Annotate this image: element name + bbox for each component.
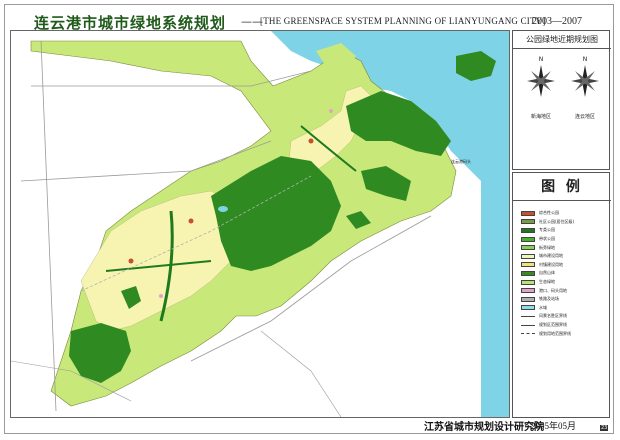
legend-item-label: 综合性公园 [539, 210, 559, 216]
legend-color-swatch [521, 296, 535, 302]
legend-item-label: 规划区范围界线 [539, 322, 567, 328]
legend-color-swatch [521, 253, 535, 259]
compass-north-glyph: N [583, 56, 588, 63]
legend-item: 生态绿地 [521, 278, 605, 287]
legend-item-label: 专类公园 [539, 227, 555, 233]
map-header: 连云港市城市绿地系统规划 —— [THE GREENSPACE SYSTEM P… [6, 6, 612, 32]
port-label: 连云港码头 [451, 158, 471, 164]
legend-color-swatch [521, 219, 535, 225]
compass-right: N [565, 51, 605, 101]
park-marker-3 [308, 138, 314, 144]
legend-item: 带状公园 [521, 235, 605, 244]
compass-rose-icon: N [571, 56, 599, 97]
legend-item: 社区公园(居住区级) [521, 218, 605, 227]
compass-rose-icon: N [527, 56, 555, 97]
legend-color-swatch [521, 288, 535, 294]
legend-item: 风景名胜区界线 [521, 312, 605, 321]
legend-item-label: 自然山体 [539, 270, 555, 276]
legend-line-swatch [521, 333, 535, 335]
legend-color-swatch [521, 279, 535, 285]
legend-item-label: 规划用地范围界线 [539, 330, 571, 336]
legend-item-label: 带状公园 [539, 236, 555, 242]
legend-title: 图 例 [513, 173, 611, 201]
legend-item-label: 铁路及站场 [539, 296, 559, 302]
legend-color-swatch [521, 210, 535, 216]
park-marker-2 [128, 258, 134, 264]
legend-panel: 图 例 综合性公园社区公园(居住区级) 专类公园带状公园街旁绿地城市建设用地 村镇建… [512, 172, 611, 418]
legend-item: 专类公园 [521, 226, 605, 235]
legend-item-label: 生态绿地 [539, 279, 555, 285]
compass-right-label: 连云地区 [574, 114, 595, 120]
legend-item-label: 风景名胜区界线 [539, 313, 567, 319]
legend-item-label: 街旁绿地 [539, 244, 555, 250]
map-drawing: 连云港码头 [11, 31, 509, 417]
legend-item: 规划用地范围界线 [521, 329, 605, 338]
footer-page-number: 23 [600, 425, 609, 431]
legend-color-swatch [521, 262, 535, 268]
legend-color-swatch [521, 236, 535, 242]
legend-item: 水域 [521, 304, 605, 313]
legend-item: 自然山体 [521, 269, 605, 278]
map-canvas[interactable]: 连云港码头 [10, 30, 510, 418]
lake [218, 206, 228, 212]
legend-item: 规划区范围界线 [521, 321, 605, 330]
map-info-panel: 公园绿地近期规划图 N N 新海地区 连云地区 [512, 30, 611, 195]
legend-item: 城市建设用地 [521, 252, 605, 261]
map-sidebar: 公园绿地近期规划图 N N 新海地区 连云地区 图 例 综合性公园 社区公园(居… [512, 30, 611, 418]
port-marker-2 [329, 109, 333, 113]
legend-item: 街旁绿地 [521, 243, 605, 252]
legend-line-swatch [521, 324, 535, 326]
compass-left: N [521, 51, 561, 101]
legend-color-swatch [521, 305, 535, 311]
legend-item-label: 社区公园(居住区级) [539, 218, 575, 224]
park-marker-1 [188, 218, 194, 224]
footer-organization: 江苏省城市规划设计研究院 [424, 422, 544, 433]
legend-item: 综合性公园 [521, 209, 605, 218]
legend-color-swatch [521, 245, 535, 251]
legend-item: 港口、码头用地 [521, 286, 605, 295]
plan-period: 2003—2007 [532, 16, 582, 27]
footer-date: 2005年05月 [531, 421, 577, 431]
legend-line-swatch [521, 315, 535, 317]
map-subtitle: 公园绿地近期规划图 [513, 31, 611, 49]
legend-item-label: 城市建设用地 [539, 253, 563, 259]
plan-title-english: [THE GREENSPACE SYSTEM PLANNING OF LIANY… [260, 16, 546, 26]
legend-item-label: 水域 [539, 304, 547, 310]
legend-item: 铁路及站场 [521, 295, 605, 304]
legend-item-label: 村镇建设用地 [539, 261, 563, 267]
legend-item: 村镇建设用地 [521, 261, 605, 270]
port-marker-1 [159, 294, 163, 298]
legend-item-label: 港口、码头用地 [539, 287, 567, 293]
legend-list: 综合性公园社区公园(居住区级) 专类公园带状公园街旁绿地城市建设用地 村镇建设用地自… [521, 209, 605, 338]
legend-color-swatch [521, 270, 535, 276]
legend-color-swatch [521, 227, 535, 233]
compass-north-glyph: N [539, 56, 544, 63]
compass-left-label: 新海地区 [530, 114, 551, 120]
